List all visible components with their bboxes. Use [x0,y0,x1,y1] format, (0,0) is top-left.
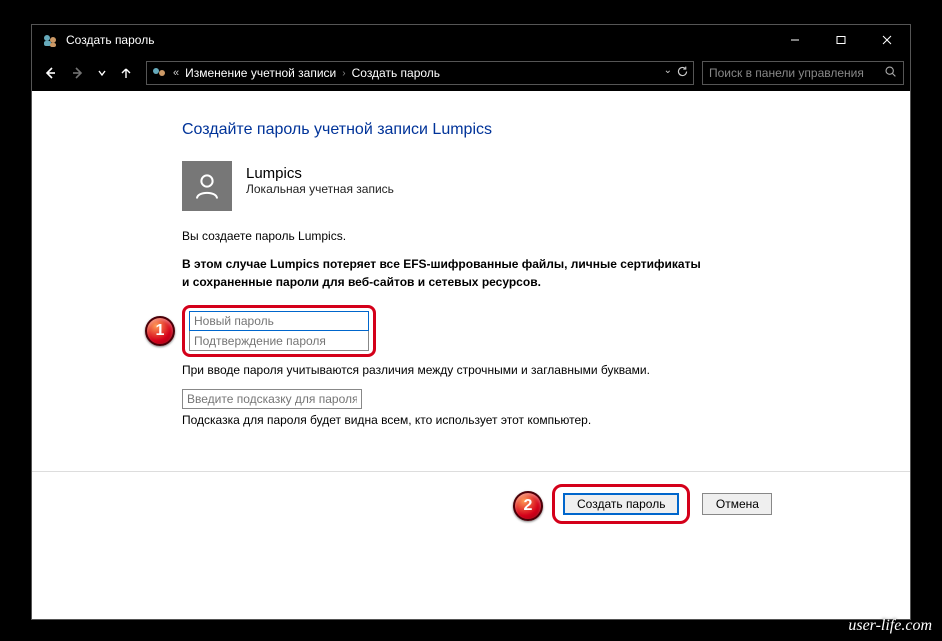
user-accounts-icon [151,65,167,81]
password-hint-input[interactable] [182,389,362,409]
annotation-badge-1: 1 [145,316,175,346]
new-password-input[interactable] [189,311,369,331]
user-accounts-icon [42,32,58,48]
window-controls [772,25,910,55]
address-dropdown-button[interactable]: ⌄ [664,65,672,81]
avatar [182,161,232,211]
minimize-button[interactable] [772,25,818,55]
user-name: Lumpics [246,165,394,182]
case-sensitivity-note: При вводе пароля учитываются различия ме… [182,363,910,377]
up-button[interactable] [114,61,138,85]
cancel-button[interactable]: Отмена [702,493,772,515]
refresh-button[interactable] [676,65,689,81]
watermark: user-life.com [848,617,932,635]
user-type: Локальная учетная запись [246,182,394,196]
search-placeholder: Поиск в панели управления [709,66,864,80]
titlebar: Создать пароль [32,25,910,55]
breadcrumb-item[interactable]: Создать пароль [352,66,440,80]
password-fields-highlight: 1 [182,305,376,357]
confirm-password-input[interactable] [189,331,369,351]
control-panel-window: Создать пароль [32,25,910,619]
create-password-button[interactable]: Создать пароль [563,493,679,515]
navbar: « Изменение учетной записи › Создать пар… [32,55,910,91]
breadcrumb-prefix-icon: « [173,67,179,79]
history-dropdown-button[interactable] [94,61,110,85]
maximize-button[interactable] [818,25,864,55]
back-button[interactable] [38,61,62,85]
hint-visibility-note: Подсказка для пароля будет видна всем, к… [182,413,910,427]
create-button-highlight: 2 Создать пароль [552,484,690,524]
address-bar[interactable]: « Изменение учетной записи › Создать пар… [146,61,694,85]
warning-text: В этом случае Lumpics потеряет все EFS-ш… [182,255,702,291]
annotation-badge-2: 2 [513,491,543,521]
forward-button[interactable] [66,61,90,85]
page-heading: Создайте пароль учетной записи Lumpics [182,121,910,139]
search-icon [884,65,897,81]
content-area: Создайте пароль учетной записи Lumpics L… [32,91,910,619]
info-text: Вы создаете пароль Lumpics. [182,229,910,243]
user-block: Lumpics Локальная учетная запись [182,161,910,211]
search-input[interactable]: Поиск в панели управления [702,61,904,85]
window-title: Создать пароль [66,33,772,47]
breadcrumb-item[interactable]: Изменение учетной записи [185,66,336,80]
chevron-right-icon: › [342,68,345,79]
button-bar: 2 Создать пароль Отмена [32,484,910,524]
divider [32,471,910,472]
close-button[interactable] [864,25,910,55]
